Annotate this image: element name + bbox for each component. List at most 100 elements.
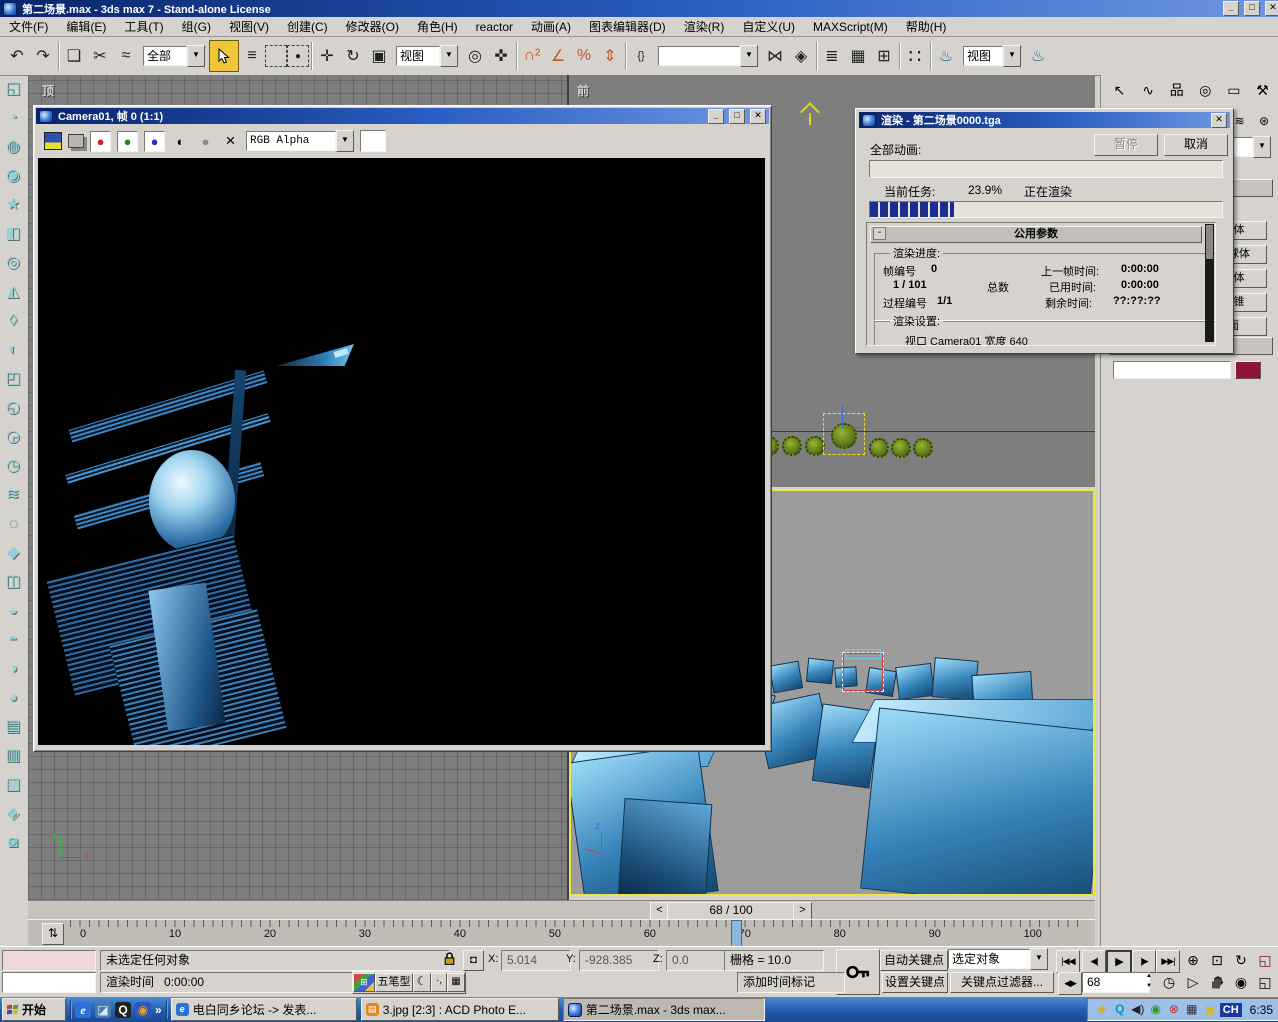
ime-windows-icon[interactable]: ⊞ (353, 973, 375, 992)
unlink-icon[interactable]: ✂ (87, 41, 113, 71)
ime-fullwidth-icon[interactable]: ☾ (413, 973, 431, 992)
viewport-front-label[interactable]: 前 (577, 82, 589, 99)
mini-curve-editor-button[interactable]: ⇅ (42, 923, 64, 945)
tray-icon-1[interactable]: ◈ (1094, 1000, 1110, 1019)
left-toolbar-icon[interactable]: ◱ (0, 75, 26, 104)
left-toolbar-icon[interactable]: ★ (0, 191, 26, 220)
save-bitmap-icon[interactable] (44, 132, 62, 150)
left-toolbar-icon[interactable]: ◭ (0, 278, 26, 307)
rollout-scrollbar[interactable] (1205, 224, 1214, 342)
redo-icon[interactable]: ↷ (30, 41, 56, 71)
min-max-toggle-icon[interactable]: ◱ (1254, 972, 1276, 993)
clear-icon[interactable]: × (221, 132, 240, 151)
current-frame-field[interactable]: 68 (1082, 972, 1150, 993)
chevron-down-icon[interactable]: ▼ (440, 45, 458, 67)
layer-manager-icon[interactable]: ≣ (819, 41, 845, 71)
select-and-rotate-icon[interactable]: ↻ (340, 41, 366, 71)
left-toolbar-icon[interactable]: ▧ (0, 771, 26, 800)
taskbar-task-2[interactable]: ▤ 3.jpg [2:3] : ACD Photo E... (361, 998, 559, 1021)
add-time-tag[interactable]: 添加时间标记 (737, 972, 845, 993)
arc-rotate-icon[interactable]: ↻ (1230, 950, 1252, 971)
bind-to-spacewarp-icon[interactable]: ≈ (113, 41, 139, 71)
snap-toggle-icon[interactable]: ∩² (519, 41, 545, 71)
left-toolbar-icon[interactable]: ◎ (0, 249, 26, 278)
left-toolbar-icon[interactable]: ≋ (0, 481, 26, 510)
object-color-swatch[interactable] (1235, 361, 1261, 379)
go-to-start-button[interactable]: |◀◀ (1056, 950, 1080, 973)
rollout-collapse-icon[interactable]: - (873, 227, 886, 240)
menu-item[interactable]: 渲染(R) (675, 16, 734, 37)
gear-object[interactable] (869, 438, 889, 458)
left-toolbar-icon[interactable]: ◊ (0, 307, 26, 336)
quicklaunch-ie-icon[interactable]: e (75, 1002, 91, 1018)
use-center-icon[interactable]: ◎ (462, 41, 488, 71)
gear-object[interactable] (891, 438, 911, 458)
material-editor-icon[interactable]: ∷ (902, 41, 928, 71)
z-coordinate-field[interactable]: 0.0 (666, 950, 728, 971)
vfb-maximize-button[interactable]: □ (729, 109, 745, 124)
select-and-manipulate-icon[interactable]: ✜ (488, 41, 514, 71)
red-channel-button[interactable]: ● (90, 131, 111, 152)
box-object[interactable] (895, 663, 935, 700)
maxscript-mini-listener-pink[interactable] (2, 950, 96, 971)
menu-item[interactable]: 工具(T) (115, 16, 172, 37)
command-panel-tab[interactable]: ▭ (1221, 79, 1246, 101)
menu-item[interactable]: 文件(F) (0, 16, 57, 37)
tray-volume-icon[interactable]: ◀) (1130, 1000, 1146, 1019)
menu-item[interactable]: 修改器(O) (337, 16, 408, 37)
left-toolbar-icon[interactable]: ◶ (0, 423, 26, 452)
monochrome-icon[interactable]: ◐ (171, 132, 190, 151)
menu-item[interactable]: 角色(H) (408, 16, 467, 37)
named-selection-sets-icon[interactable]: {} (628, 41, 654, 71)
gear-object[interactable] (782, 436, 802, 456)
left-toolbar-icon[interactable]: ◧ (0, 220, 26, 249)
green-channel-button[interactable]: ● (117, 131, 138, 152)
command-panel-tab[interactable]: ∿ (1136, 79, 1161, 101)
go-to-end-button[interactable]: ▶▶| (1156, 950, 1180, 973)
maxscript-mini-listener-white[interactable] (2, 972, 96, 993)
frame-spinner[interactable]: ▲▼ (1144, 971, 1154, 991)
clone-window-icon[interactable] (68, 134, 84, 148)
key-filter-dropdown[interactable]: 选定对象 ▼ (948, 949, 1048, 969)
vfb-close-button[interactable]: ✕ (750, 109, 766, 124)
tray-offline-icon[interactable]: ⊗ (1166, 1000, 1182, 1019)
menu-item[interactable]: 图表编辑器(D) (580, 16, 675, 37)
vfb-title-bar[interactable]: Camera01, 帧 0 (1:1) _ □ ✕ (36, 108, 769, 124)
next-frame-button[interactable]: |▶ (1132, 950, 1156, 973)
track-bar[interactable]: ⇅ 0102030405060708090100 (28, 919, 1095, 947)
menu-item[interactable]: reactor (467, 18, 522, 36)
tray-quicktime-icon[interactable]: Q (1112, 1000, 1128, 1019)
y-coordinate-field[interactable]: -928.385 (579, 950, 659, 971)
pan-hand-icon[interactable] (1206, 972, 1228, 993)
render-type-dropdown[interactable]: 视图 ▼ (963, 46, 1021, 66)
left-toolbar-icon[interactable]: ◫ (0, 568, 26, 597)
quick-render-icon[interactable]: ♨ (1025, 41, 1051, 71)
left-toolbar-icon[interactable]: ◐ (0, 336, 26, 365)
selection-filter-dropdown[interactable]: 全部 ▼ (143, 46, 205, 66)
gear-object[interactable] (805, 436, 825, 456)
viewport-top-label[interactable]: 顶 (42, 82, 54, 99)
select-and-link-icon[interactable]: ❏ (61, 41, 87, 71)
dialog-close-button[interactable]: ✕ (1211, 113, 1227, 128)
quicklaunch-overflow-icon[interactable]: » (155, 1003, 162, 1017)
start-button[interactable]: 开始 (2, 998, 66, 1021)
ime-toolbar[interactable]: ⊞ 五笔型 ☾ ·, ▦ (352, 971, 466, 994)
menu-item[interactable]: 组(G) (173, 16, 220, 37)
cancel-button[interactable]: 取消 (1164, 134, 1228, 156)
ime-keyboard-icon[interactable]: ▦ (447, 973, 465, 992)
select-by-name-icon[interactable]: ≡ (239, 41, 265, 71)
menu-item[interactable]: 视图(V) (220, 16, 278, 37)
current-frame-marker[interactable] (731, 920, 742, 948)
menu-item[interactable]: 编辑(E) (57, 16, 115, 37)
command-panel-tab[interactable]: ⚒ (1250, 79, 1275, 101)
quicklaunch-qq-icon[interactable]: Q (115, 1002, 131, 1018)
schematic-view-icon[interactable]: ⊞ (871, 41, 897, 71)
mirror-icon[interactable]: ⋈ (762, 41, 788, 71)
ime-punctuation-icon[interactable]: ·, (431, 973, 447, 992)
ime-method-name[interactable]: 五笔型 (375, 973, 413, 992)
menu-item[interactable]: 创建(C) (278, 16, 337, 37)
quicklaunch-wmp-icon[interactable]: ◉ (135, 1002, 151, 1018)
maximize-viewport-icon[interactable]: ◱ (1254, 950, 1276, 971)
gear-object[interactable] (913, 438, 933, 458)
tray-network-icon[interactable]: ▦ (1184, 1000, 1200, 1019)
